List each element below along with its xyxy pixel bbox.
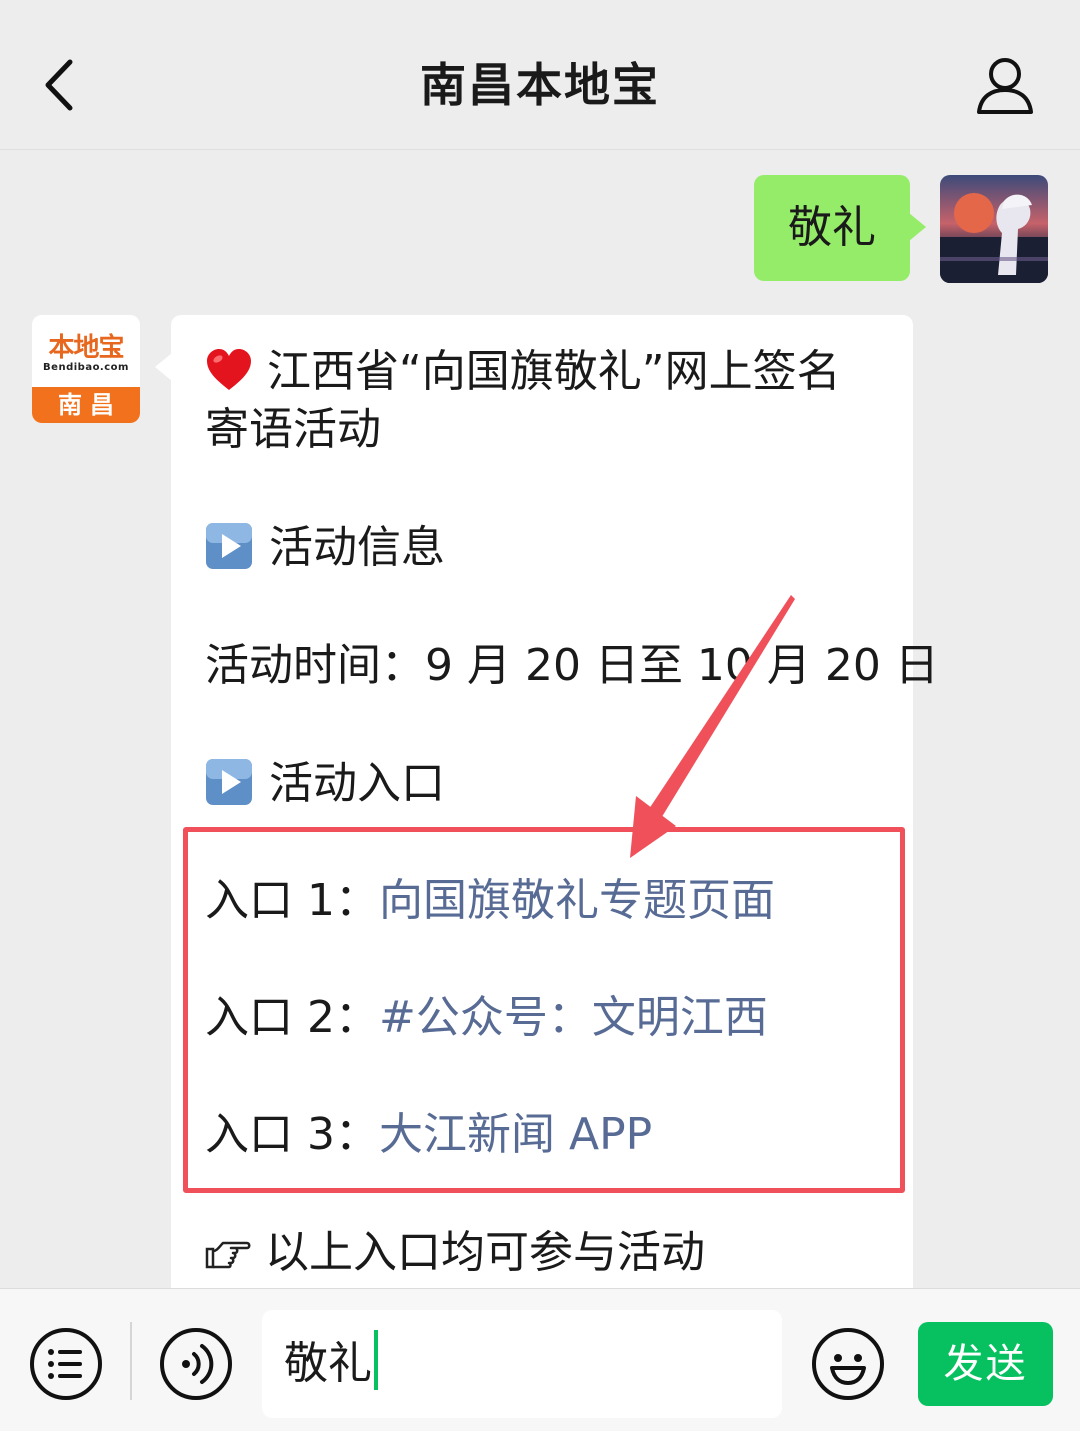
voice-button[interactable]	[160, 1328, 232, 1400]
pointing-hand-icon	[205, 1241, 251, 1269]
play-button-icon	[206, 759, 252, 805]
section-entry-heading: 活动入口	[205, 755, 445, 813]
entry-3-link[interactable]: 大江新闻 APP	[379, 1109, 652, 1160]
section-info-heading: 活动信息	[205, 519, 445, 577]
entry-3: 入口 3：大江新闻 APP	[205, 1106, 652, 1164]
message-input[interactable]: 敬礼	[262, 1310, 782, 1418]
send-button[interactable]: 发送	[918, 1322, 1053, 1406]
play-button-icon	[206, 523, 252, 569]
message-title-line-2: 寄语活动	[205, 404, 381, 455]
avatar-image	[940, 175, 1048, 283]
message-input-value: 敬礼	[284, 1338, 372, 1389]
outgoing-message-bubble[interactable]: 敬礼	[754, 175, 926, 281]
entry-1-link[interactable]: 向国旗敬礼专题页面	[379, 875, 775, 926]
chat-header: 南昌本地宝	[0, 0, 1080, 150]
outgoing-message-text: 敬礼	[788, 202, 876, 253]
menu-button[interactable]	[30, 1328, 102, 1400]
red-heart-icon	[207, 349, 251, 390]
entry-1-label: 入口 1：	[205, 875, 379, 926]
profile-button[interactable]	[970, 52, 1040, 122]
chat-title: 南昌本地宝	[420, 58, 660, 112]
message-title-line-1: 江西省“向国旗敬礼”网上签名	[205, 343, 841, 401]
person-icon	[977, 58, 1033, 114]
footer-note: 以上入口均可参与活动	[205, 1224, 705, 1282]
emoji-icon	[830, 1354, 866, 1385]
footer-text: 以上入口均可参与活动	[265, 1227, 705, 1278]
my-avatar[interactable]	[940, 175, 1048, 283]
text-caret	[374, 1330, 378, 1390]
logo-wordmark: 本地宝	[48, 333, 124, 363]
entry-3-label: 入口 3：	[205, 1109, 379, 1160]
activity-time: 活动时间：9 月 20 日至 10 月 20 日	[205, 640, 939, 691]
toolbar-divider	[130, 1322, 132, 1400]
chevron-left-icon	[45, 59, 73, 111]
section-entry-label: 活动入口	[269, 758, 445, 809]
account-avatar[interactable]: 本地宝 Bendibao.com 南昌	[32, 315, 140, 423]
logo-domain: Bendibao.com	[43, 362, 129, 373]
voice-icon	[182, 1344, 214, 1384]
back-button[interactable]	[36, 52, 96, 118]
entry-2-label: 入口 2：	[205, 992, 379, 1043]
message-title-text-1: 江西省“向国旗敬礼”网上签名	[267, 346, 841, 397]
emoji-button[interactable]	[812, 1328, 884, 1400]
logo-city: 南昌	[32, 387, 140, 423]
entry-2: 入口 2：#公众号：文明江西	[205, 989, 768, 1047]
incoming-message-bubble[interactable]: 江西省“向国旗敬礼”网上签名 寄语活动 活动信息 活动时间：9 月 20 日至 …	[155, 315, 939, 1325]
menu-list-icon	[48, 1349, 82, 1379]
entry-2-link[interactable]: #公众号：文明江西	[379, 992, 768, 1043]
entry-1: 入口 1：向国旗敬礼专题页面	[205, 872, 775, 930]
section-info-label: 活动信息	[269, 522, 445, 573]
